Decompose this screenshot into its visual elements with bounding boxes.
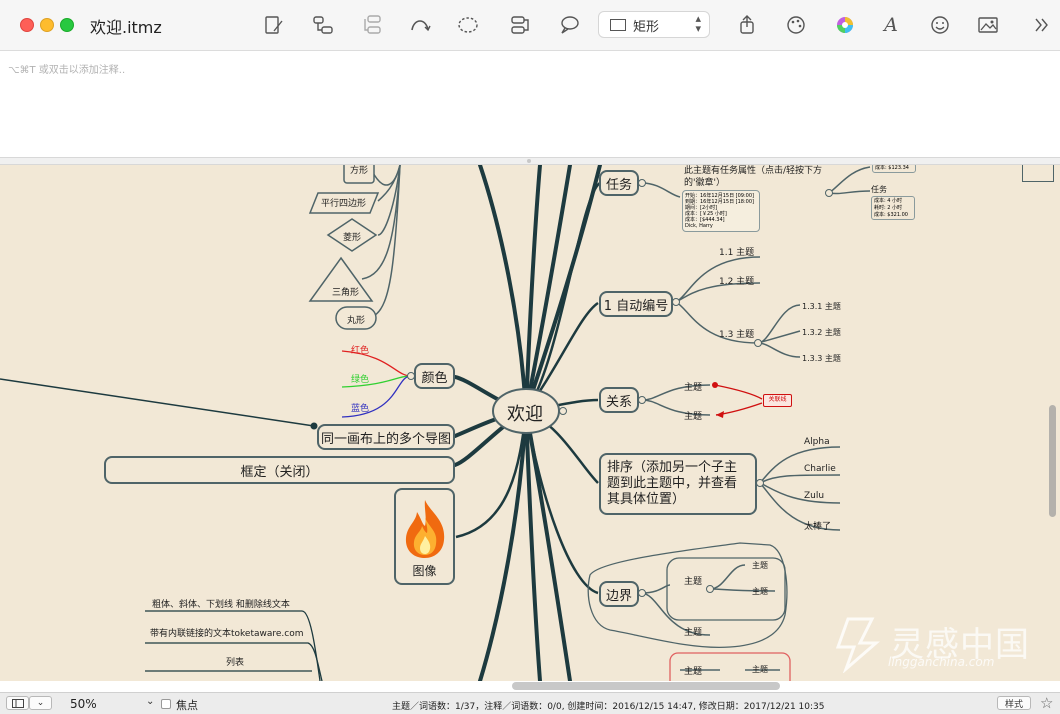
shape-parallelogram-label[interactable]: 平行四边形 <box>321 196 366 209</box>
border-sub-topic-4[interactable]: 主题 <box>684 625 702 638</box>
zoom-level[interactable]: 50% <box>70 697 97 711</box>
style-button[interactable]: 样式 <box>997 696 1031 710</box>
sort-item-alpha[interactable]: Alpha <box>804 437 830 447</box>
border-sub-topic-3[interactable]: 主题 <box>752 586 768 597</box>
watermark-logo <box>835 617 881 673</box>
palette-icon[interactable] <box>783 12 809 38</box>
minimize-window-button[interactable] <box>40 18 54 32</box>
task-topic[interactable]: 任务 <box>599 170 639 196</box>
chevron-updown-icon: ▴ ▾ <box>695 12 701 35</box>
window-titlebar: 欢迎.itmz 矩形 ▴ ▾ A <box>0 0 1060 51</box>
number-topic-2[interactable]: 1.2 主题 <box>719 274 754 287</box>
color-wheel-icon[interactable] <box>832 12 858 38</box>
status-bar: ⌄ 50% ⌄ 焦点 主题／词语数：1/37，注释／词语数：0/0, 创建时间：… <box>0 692 1060 714</box>
document-stats: 主题／词语数：1/37，注释／词语数：0/0, 创建时间：2016/12/15 … <box>392 702 825 712</box>
callout-icon[interactable] <box>507 12 533 38</box>
border-sub-topic-2[interactable]: 主题 <box>752 560 768 571</box>
more-chevron-icon[interactable] <box>1028 12 1054 38</box>
sub-task-detail: 耗时: 2 小时 <box>874 205 903 211</box>
notes-placeholder: ⌥⌘T 或双击以添加注释.. <box>8 65 126 76</box>
zoom-dropdown-icon[interactable]: ⌄ <box>146 696 154 707</box>
sub-task-label[interactable]: 任务 <box>871 184 887 195</box>
sub-task-detail: 成本: 4 小时 <box>874 198 903 204</box>
color-green-label[interactable]: 绿色 <box>351 372 369 385</box>
frame-topic[interactable]: 框定（关闭） <box>104 456 455 484</box>
task-mini-badge[interactable]: 成本: $123.34 <box>872 165 916 173</box>
task-badge[interactable]: 开始：16年12月15日 [09:00] 到期：16年12月15日 [18:00… <box>682 190 760 232</box>
notes-panel[interactable]: ⌥⌘T 或双击以添加注释.. <box>0 51 1060 157</box>
panel-splitter[interactable] <box>0 157 1060 165</box>
window-title: 欢迎.itmz <box>90 18 162 37</box>
image-topic-label: 图像 <box>412 564 437 578</box>
sub-number-topic-1[interactable]: 1.3.1 主题 <box>802 301 841 312</box>
bottom-topic-1[interactable]: 主题 <box>684 664 702 677</box>
shape-triangle-label[interactable]: 三角形 <box>332 285 359 298</box>
fire-icon <box>405 500 444 558</box>
relationship-icon[interactable] <box>407 12 433 38</box>
multi-map-topic[interactable]: 同一画布上的多个导图 <box>317 424 455 450</box>
text-list-item[interactable]: 列表 <box>226 655 244 668</box>
sub-number-topic-3[interactable]: 1.3.3 主题 <box>802 353 841 364</box>
watermark-url: lingganchina.com <box>888 655 995 669</box>
sidebar-toggle-button[interactable] <box>6 696 29 710</box>
speech-bubble-icon[interactable] <box>556 12 582 38</box>
shape-pill-label[interactable]: 丸形 <box>347 313 365 326</box>
shape-diamond-label[interactable]: 菱形 <box>343 230 361 243</box>
sort-item-charlie[interactable]: Charlie <box>804 464 836 474</box>
sidebar-icon <box>11 698 24 708</box>
note-edit-icon[interactable] <box>261 12 287 38</box>
close-window-button[interactable] <box>20 18 34 32</box>
color-blue-label[interactable]: 蓝色 <box>351 401 369 414</box>
image-topic[interactable]: 图像 <box>394 488 455 585</box>
shape-square-label[interactable]: 方形 <box>350 165 368 176</box>
sidebar-menu-button[interactable]: ⌄ <box>29 696 52 710</box>
star-icon[interactable]: ☆ <box>1040 694 1053 712</box>
number-topic-3[interactable]: 1.3 主题 <box>719 327 754 340</box>
share-icon[interactable] <box>734 12 760 38</box>
rectangle-shape-icon <box>610 19 626 31</box>
sort-item-awesome[interactable]: 太棒了 <box>804 519 831 532</box>
text-link-item[interactable]: 带有内联链接的文本toketaware.com <box>150 626 304 639</box>
color-red-label[interactable]: 红色 <box>351 343 369 356</box>
bottom-topic-2[interactable]: 主题 <box>752 664 768 675</box>
horizontal-scrollbar[interactable] <box>512 682 780 690</box>
focus-label: 焦点 <box>176 699 198 712</box>
shape-value: 矩形 <box>633 20 660 35</box>
relation-topic[interactable]: 关系 <box>599 387 639 413</box>
text-format-item[interactable]: 粗体、斜体、下划线 和删除线文本 <box>152 597 290 610</box>
focus-checkbox[interactable] <box>161 699 171 709</box>
relation-sub-topic-2[interactable]: 主题 <box>684 409 702 422</box>
sort-topic[interactable]: 排序（添加另一个子主题到此主题中，并查看其具体位置） <box>599 453 757 515</box>
task-description[interactable]: 此主题有任务属性（点击/轻按下方的'徽章'） <box>684 165 824 189</box>
sub-task-detail: 成本: $321.00 <box>874 212 908 218</box>
relation-tag[interactable]: 关联线 <box>763 394 792 407</box>
new-sibling-topic-icon[interactable] <box>360 12 386 38</box>
emoji-icon[interactable] <box>927 12 953 38</box>
relation-sub-topic-1[interactable]: 主题 <box>684 380 702 393</box>
mindmap-canvas[interactable]: 欢迎 方形 平行四边形 菱形 三角形 丸形 红色 绿色 蓝色 颜色 同一画布上的… <box>0 165 1060 681</box>
image-icon[interactable] <box>975 12 1001 38</box>
border-sub-topic-1[interactable]: 主题 <box>684 574 702 587</box>
new-child-topic-icon[interactable] <box>310 12 336 38</box>
sub-task-badge[interactable]: 成本: 4 小时 耗时: 2 小时 成本: $321.00 <box>871 196 915 220</box>
task-detail: Dick, Harry <box>685 223 713 229</box>
sub-number-topic-2[interactable]: 1.3.2 主题 <box>802 327 841 338</box>
font-icon[interactable]: A <box>878 12 904 38</box>
color-topic[interactable]: 颜色 <box>414 363 455 389</box>
sort-item-zulu[interactable]: Zulu <box>804 491 824 501</box>
offscreen-frame <box>1022 165 1054 182</box>
boundary-icon[interactable] <box>455 12 481 38</box>
shape-dropdown[interactable]: 矩形 ▴ ▾ <box>598 11 710 38</box>
auto-number-topic[interactable]: 1 自动编号 <box>599 291 673 317</box>
zoom-window-button[interactable] <box>60 18 74 32</box>
number-topic-1[interactable]: 1.1 主题 <box>719 245 754 258</box>
central-topic[interactable]: 欢迎 <box>507 400 543 426</box>
border-topic[interactable]: 边界 <box>599 581 639 607</box>
vertical-scrollbar[interactable] <box>1049 405 1056 517</box>
